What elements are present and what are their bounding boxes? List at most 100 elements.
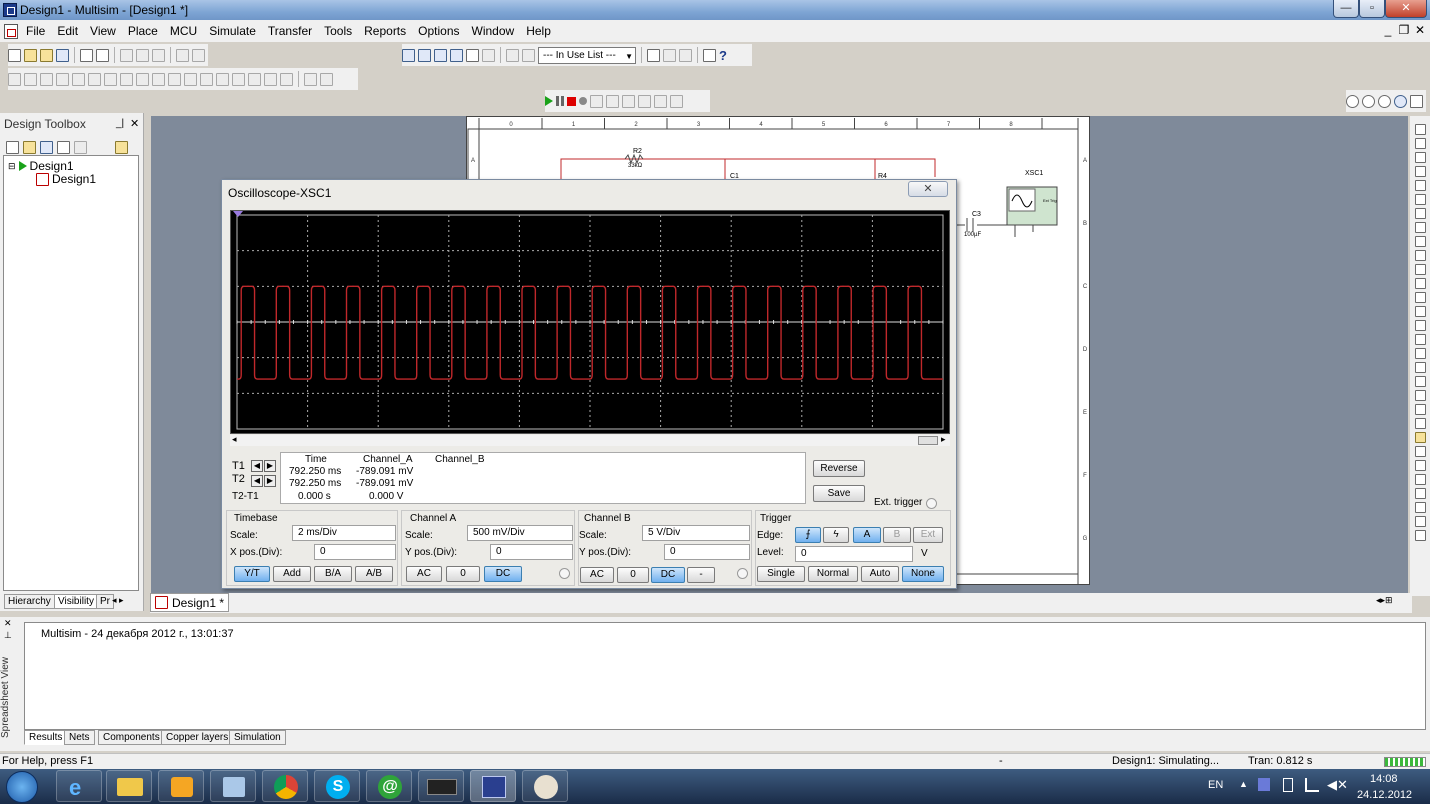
ladder-icon[interactable] <box>304 72 317 86</box>
add-button[interactable]: Add <box>273 566 311 582</box>
instrument-icon[interactable] <box>1414 376 1426 387</box>
step-into-icon[interactable] <box>622 94 635 108</box>
menu-mcu[interactable]: MCU <box>164 24 203 38</box>
none-button[interactable]: None <box>902 566 944 582</box>
tray-expand-icon[interactable]: ▲ <box>1239 779 1248 789</box>
breakpoint-icon[interactable] <box>670 94 683 108</box>
taskbar-mail-agent[interactable]: @ <box>366 770 412 802</box>
instrument-icon[interactable] <box>1414 488 1426 499</box>
instrument-icon[interactable] <box>1414 460 1426 471</box>
reverse-button[interactable]: Reverse <box>813 460 865 477</box>
tree-root[interactable]: ⊟ Design1 <box>8 159 74 173</box>
grapher-icon[interactable] <box>402 48 415 62</box>
step-icon[interactable] <box>590 94 603 108</box>
instrument-icon[interactable] <box>1414 250 1426 261</box>
panel-minimize-button[interactable]: _| <box>116 118 124 129</box>
close-button[interactable]: ✕ <box>1385 0 1427 18</box>
basic-icon[interactable] <box>24 72 37 86</box>
t1-left-arrow[interactable]: ◀ <box>251 460 263 472</box>
t2-right-arrow[interactable]: ▶ <box>264 475 276 487</box>
screen-scrollbar[interactable]: ◂ ▸ <box>230 434 950 446</box>
print-preview-icon[interactable] <box>96 48 109 62</box>
trigger-source-b-button[interactable]: B <box>883 527 911 543</box>
instrument-icon[interactable] <box>1414 278 1426 289</box>
clock-date[interactable]: 24.12.2012 <box>1357 789 1412 801</box>
clock-time[interactable]: 14:08 <box>1370 773 1398 785</box>
step-out-icon[interactable] <box>638 94 651 108</box>
channel-b-ac-button[interactable]: AC <box>580 567 614 583</box>
forward-annotate-icon[interactable] <box>522 48 535 62</box>
taskbar-paint[interactable] <box>522 770 568 802</box>
transistor-icon[interactable] <box>56 72 69 86</box>
rf-icon[interactable] <box>216 72 229 86</box>
misc-digital-icon[interactable] <box>120 72 133 86</box>
hierarchical-block-icon[interactable] <box>264 72 277 86</box>
mcu-icon[interactable] <box>248 72 261 86</box>
run-to-cursor-icon[interactable] <box>654 94 667 108</box>
menu-help[interactable]: Help <box>520 24 557 38</box>
menu-place[interactable]: Place <box>122 24 164 38</box>
new-design-icon[interactable] <box>6 141 19 154</box>
menu-transfer[interactable]: Transfer <box>262 24 318 38</box>
taskbar-network[interactable] <box>210 770 256 802</box>
close-design-icon[interactable] <box>57 141 70 154</box>
tray-app-icon[interactable] <box>1258 778 1270 791</box>
instrument-icon[interactable] <box>1414 320 1426 331</box>
zoom-in-icon[interactable] <box>1346 94 1359 108</box>
instrument-icon[interactable] <box>1414 502 1426 513</box>
taskbar-explorer[interactable] <box>106 770 152 802</box>
cursor-t1-marker[interactable] <box>233 211 243 217</box>
open-folder-icon[interactable] <box>24 48 37 62</box>
yt-button[interactable]: Y/T <box>234 566 270 582</box>
copy-icon[interactable] <box>136 48 149 62</box>
t1-right-arrow[interactable]: ▶ <box>264 460 276 472</box>
taskbar-internet-explorer[interactable]: e <box>56 770 102 802</box>
menu-simulate[interactable]: Simulate <box>203 24 262 38</box>
channel-a-scale-field[interactable]: 500 mV/Div <box>467 525 573 541</box>
mdi-close-button[interactable]: ✕ <box>1413 24 1427 38</box>
collapse-icon[interactable]: ⊟ <box>8 161 16 172</box>
menu-edit[interactable]: Edit <box>51 24 84 38</box>
scroll-thumb[interactable] <box>918 436 938 445</box>
save-icon[interactable] <box>56 48 69 62</box>
open-design-icon[interactable] <box>23 141 36 154</box>
minimize-button[interactable]: — <box>1333 0 1359 18</box>
taskbar-media-player[interactable] <box>158 770 204 802</box>
source-icon[interactable] <box>8 72 21 86</box>
channel-b-zero-button[interactable]: 0 <box>617 567 649 583</box>
zoom-fit-icon[interactable] <box>1394 94 1407 108</box>
spreadsheet-pin-icon[interactable]: ⊥ <box>4 630 12 641</box>
channel-a-ac-button[interactable]: AC <box>406 566 442 582</box>
r2-label[interactable]: R2 <box>633 148 642 155</box>
taskbar-multisim[interactable] <box>470 770 516 802</box>
start-button[interactable] <box>6 771 38 803</box>
menu-options[interactable]: Options <box>412 24 465 38</box>
ext-trigger-terminal[interactable] <box>926 498 937 509</box>
transfer-icon[interactable] <box>663 48 676 62</box>
single-button[interactable]: Single <box>757 566 805 582</box>
t2-left-arrow[interactable]: ◀ <box>251 475 263 487</box>
run-icon[interactable] <box>545 96 553 106</box>
print-icon[interactable] <box>80 48 93 62</box>
instrument-icon[interactable] <box>1414 348 1426 359</box>
tab-results[interactable]: Results <box>24 730 68 745</box>
cut-icon[interactable] <box>120 48 133 62</box>
scroll-right-arrow[interactable]: ▸ <box>941 434 946 445</box>
instrument-icon[interactable] <box>1414 222 1426 233</box>
redo-icon[interactable] <box>192 48 205 62</box>
delete-design-icon[interactable] <box>74 141 87 154</box>
zoom-out-icon[interactable] <box>1362 94 1375 108</box>
spreadsheet-close-icon[interactable]: ✕ <box>4 618 12 629</box>
trigger-source-a-button[interactable]: A <box>853 527 881 543</box>
menu-window[interactable]: Window <box>466 24 521 38</box>
menu-reports[interactable]: Reports <box>358 24 412 38</box>
document-icon[interactable] <box>4 23 18 39</box>
mixed-icon[interactable] <box>136 72 149 86</box>
channel-b-scale-field[interactable]: 5 V/Div <box>642 525 750 541</box>
channel-b-minus-button[interactable]: - <box>687 567 715 583</box>
tab-nav-arrows[interactable]: ◂▸⊞ <box>1376 595 1393 606</box>
rising-edge-button[interactable]: ⨍ <box>795 527 821 543</box>
oscilloscope-window[interactable]: Oscilloscope-XSC1 ✕ ◂ ▸ T1 ◀ ▶ T2 ◀ ▶ T2… <box>221 179 957 589</box>
maximize-button[interactable]: ▫ <box>1359 0 1385 18</box>
back-annotate-icon[interactable] <box>506 48 519 62</box>
